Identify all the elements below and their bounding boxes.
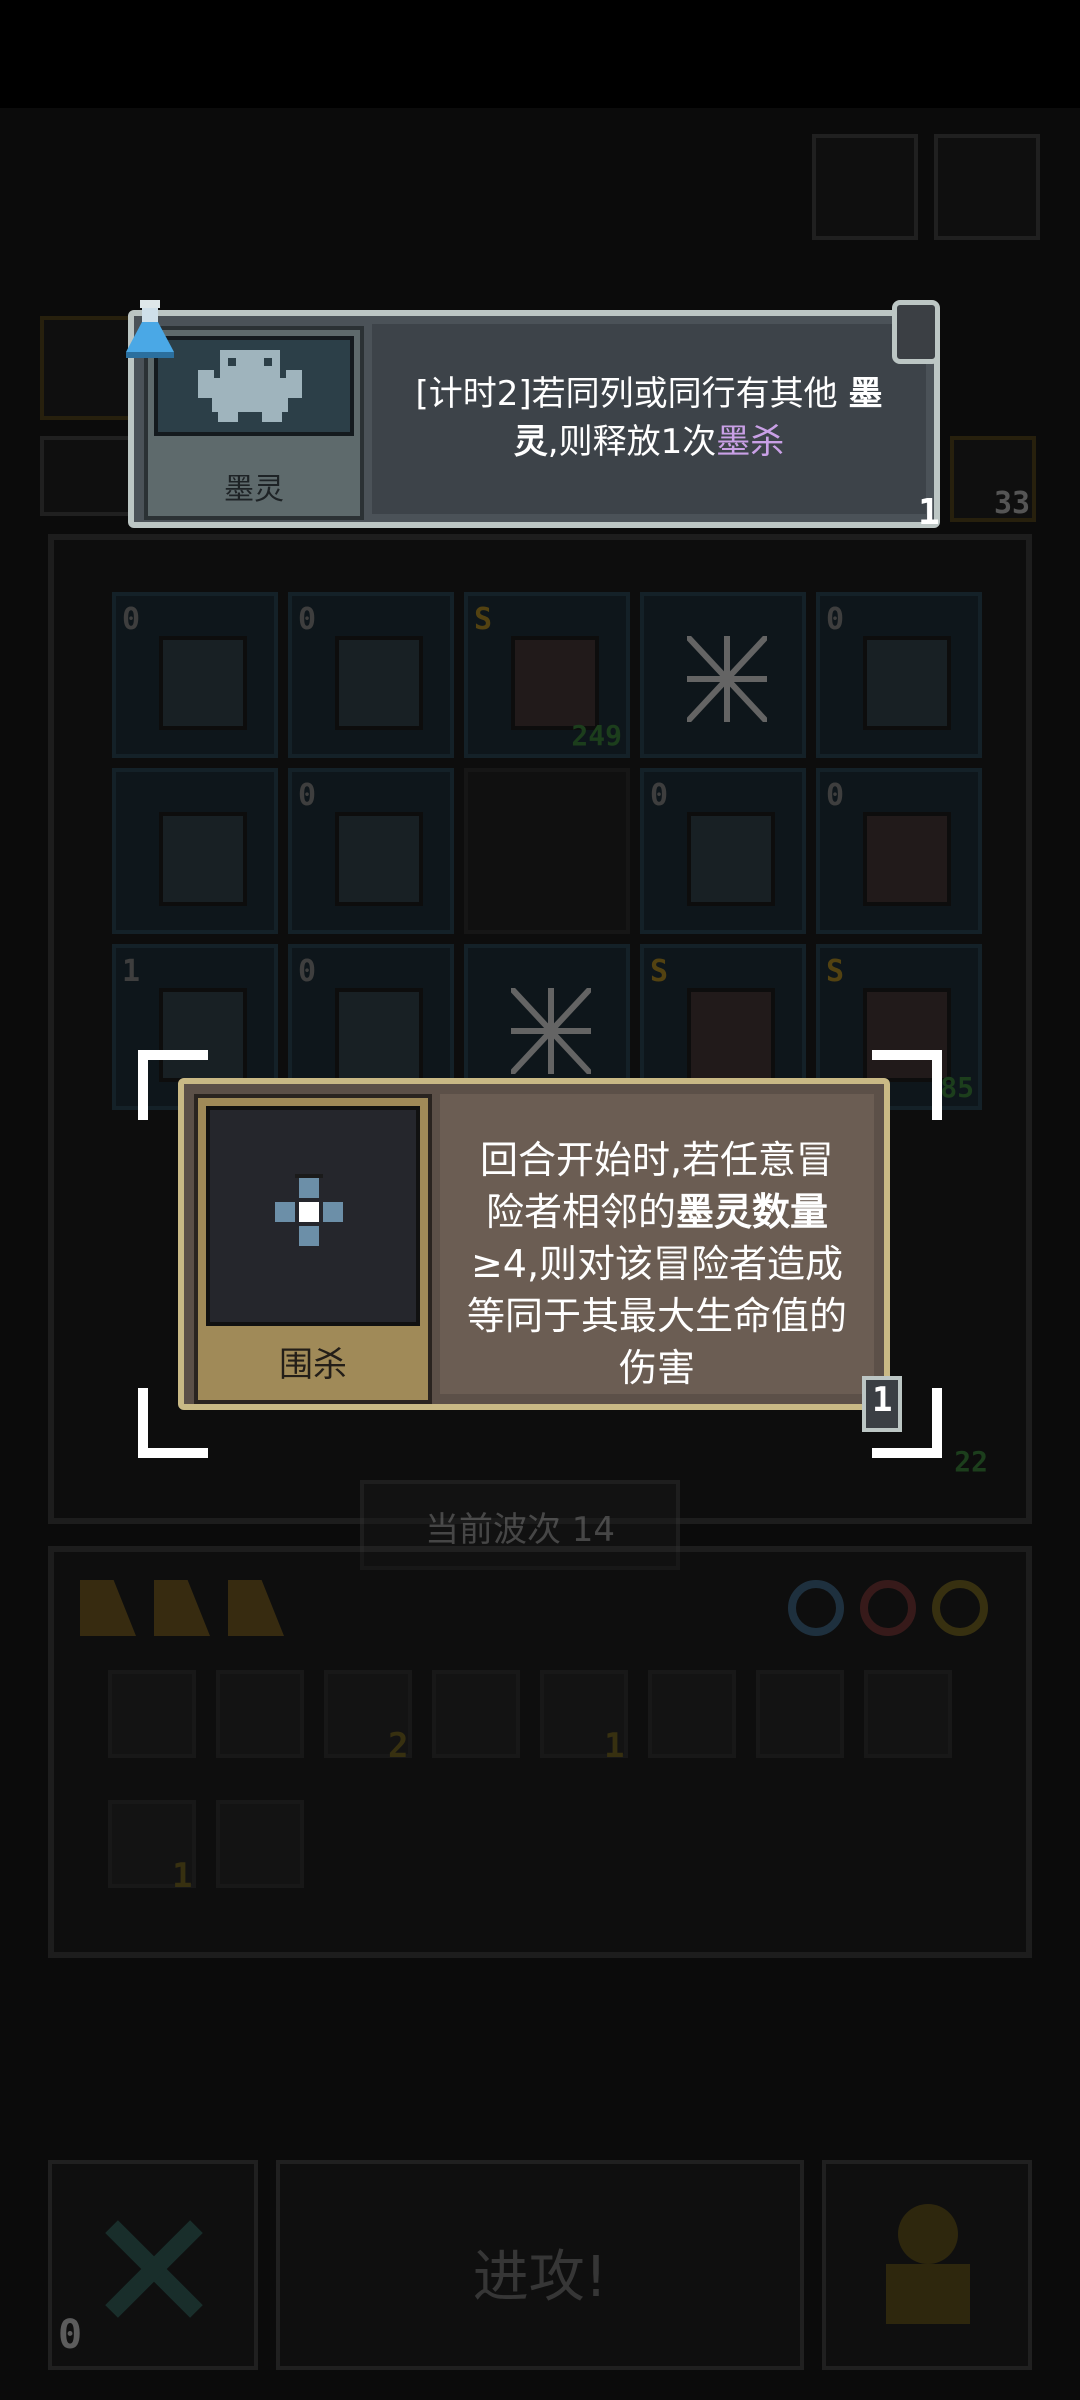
board-cell[interactable]: 0	[816, 768, 982, 934]
shield-icon[interactable]	[108, 1670, 196, 1758]
blob-icon	[159, 812, 247, 906]
pawn-button[interactable]	[822, 2160, 1032, 2370]
cell-hp: 249	[571, 719, 622, 752]
cell-badge: S	[826, 954, 845, 989]
unit-count: 1	[918, 492, 940, 533]
ink-icon	[159, 636, 247, 730]
orb-icon-blue	[788, 1580, 844, 1636]
hero-icon	[863, 812, 951, 906]
skill-name: 围杀	[279, 1345, 347, 1385]
cell-badge: 0	[826, 778, 845, 813]
ink-icon	[335, 812, 423, 906]
hero-icon	[511, 636, 599, 730]
cell-badge: 0	[298, 954, 317, 989]
ink-icon	[687, 812, 775, 906]
skill-desc-2: ≥4,则对该冒险者造成等同于其最大生命值的伤害	[466, 1242, 847, 1390]
gear-icon[interactable]	[648, 1670, 736, 1758]
board-cell[interactable]	[464, 768, 630, 934]
ship-icon[interactable]	[864, 1670, 952, 1758]
ammo-icon	[80, 1580, 136, 1636]
wrench-icon[interactable]	[432, 1670, 520, 1758]
unit-tooltip-card: 墨灵 [计时2]若同列或同行有其他 墨灵,则释放1次墨杀	[128, 310, 940, 528]
ink-spirit-icon	[154, 336, 354, 436]
cell-badge: 0	[826, 602, 845, 637]
hero-icon	[687, 988, 775, 1082]
pawn-icon-body	[886, 2264, 970, 2324]
desc-text-2: ,则释放1次	[547, 422, 717, 462]
board-cell[interactable]: 0	[288, 768, 454, 934]
cell-badge: 0	[298, 778, 317, 813]
cell-badge: S	[650, 954, 669, 989]
scroll-icon[interactable]	[756, 1670, 844, 1758]
orb-icon-red	[860, 1580, 916, 1636]
keyword-ink-count: 墨灵数量	[676, 1190, 829, 1234]
web-icon	[508, 985, 594, 1077]
orb-indicators	[788, 1574, 1008, 1644]
board-cell[interactable]: 0	[640, 768, 806, 934]
badge-icon	[892, 300, 940, 364]
cancel-count: 0	[58, 2312, 83, 2358]
pawn-icon	[898, 2204, 958, 2264]
wave-label: 当前波次 14	[424, 1510, 616, 1550]
board-cell[interactable]: 0	[816, 592, 982, 758]
ink-icon	[863, 636, 951, 730]
left-bar	[40, 436, 136, 516]
cell-badge: 0	[122, 602, 141, 637]
attack-label: 进攻!	[472, 2245, 608, 2310]
edge-hp: 22	[954, 1445, 988, 1478]
board-cell[interactable]: 0	[112, 592, 278, 758]
timer-tag: [计时2]	[415, 374, 532, 414]
encircle-icon	[206, 1106, 420, 1326]
board-cell[interactable]: S 249	[464, 592, 630, 758]
ink-icon	[335, 988, 423, 1082]
settings-button[interactable]	[934, 134, 1040, 240]
ammo-indicators	[80, 1572, 300, 1642]
board-cell[interactable]	[112, 768, 278, 934]
side-counter: 33	[994, 486, 1031, 521]
cell-badge: S	[474, 602, 493, 637]
item-count: 1	[172, 1856, 193, 1896]
board-cell[interactable]	[640, 592, 806, 758]
item-count: 2	[388, 1726, 409, 1766]
cell-hp: 85	[940, 1071, 974, 1104]
status-bar	[0, 0, 1080, 108]
skill-tooltip-card: 围杀 回合开始时,若任意冒险者相邻的墨灵数量≥4,则对该冒险者造成等同于其最大生…	[178, 1078, 890, 1410]
inventory-grid: 2 1 1	[108, 1670, 988, 1930]
ammo-icon	[228, 1580, 284, 1636]
board-cell[interactable]: 0	[288, 592, 454, 758]
web-icon	[684, 633, 770, 725]
hammer-icon[interactable]	[216, 1670, 304, 1758]
keyword-ink-kill: 墨杀	[716, 422, 785, 462]
mallet-icon[interactable]	[216, 1800, 304, 1888]
flask-icon	[122, 300, 178, 360]
ammo-icon	[154, 1580, 210, 1636]
orb-icon-green	[932, 1580, 988, 1636]
cell-badge: 0	[650, 778, 669, 813]
cell-badge: 0	[298, 602, 317, 637]
ink-icon	[335, 636, 423, 730]
unit-name: 墨灵	[224, 472, 284, 507]
cell-badge: 1	[122, 954, 141, 989]
desc-text: 若同列或同行有其他	[531, 374, 838, 414]
help-button[interactable]	[812, 134, 918, 240]
skill-description: 回合开始时,若任意冒险者相邻的墨灵数量≥4,则对该冒险者造成等同于其最大生命值的…	[440, 1094, 874, 1394]
skill-portrait: 围杀	[194, 1094, 432, 1404]
skill-count: 1	[872, 1380, 893, 1420]
item-count: 1	[604, 1726, 625, 1766]
unit-description: [计时2]若同列或同行有其他 墨灵,则释放1次墨杀	[372, 324, 926, 514]
